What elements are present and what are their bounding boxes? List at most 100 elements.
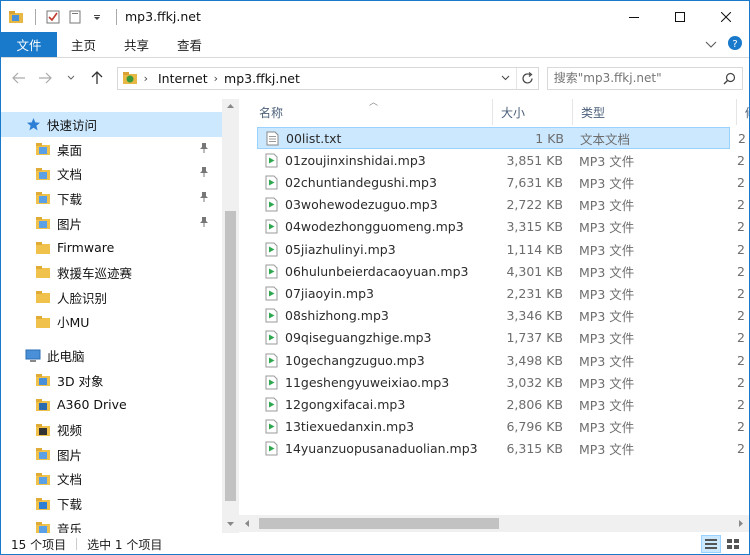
scrollbar-thumb[interactable] xyxy=(225,211,236,501)
tab-file[interactable]: 文件 xyxy=(1,32,57,57)
new-folder-icon[interactable] xyxy=(66,8,84,26)
table-row[interactable]: 05jiazhulinyi.mp3 1,114 KB MP3 文件 2 xyxy=(257,238,745,260)
folder-app-icon[interactable] xyxy=(7,8,25,26)
pin-icon[interactable] xyxy=(199,191,209,206)
ribbon-right: ? xyxy=(705,32,749,57)
horizontal-scrollbar[interactable] xyxy=(239,515,749,532)
sidebar-item-quick-5[interactable]: 救援车巡迹赛 xyxy=(1,260,239,285)
table-row[interactable]: 06hulunbeierdacaoyuan.mp3 4,301 KB MP3 文件 2 xyxy=(257,260,745,282)
scrollbar-thumb[interactable] xyxy=(259,518,499,529)
sidebar-item-quick-2[interactable]: 下载 xyxy=(1,186,239,211)
file-name: 07jiaoyin.mp3 xyxy=(285,285,374,301)
table-row[interactable]: 07jiaoyin.mp3 2,231 KB MP3 文件 2 xyxy=(257,282,745,304)
mp3-file-icon xyxy=(263,330,279,346)
sidebar-item-label: 小MU xyxy=(57,315,90,331)
sidebar-item-quick-4[interactable]: Firmware xyxy=(1,235,239,260)
sidebar-item-quick-0[interactable]: 桌面 xyxy=(1,137,239,162)
help-icon[interactable]: ? xyxy=(727,35,743,54)
file-name-cell: 08shizhong.mp3 xyxy=(263,308,389,324)
file-modified: 2 xyxy=(737,330,745,346)
sidebar-item-quick-7[interactable]: 小MU xyxy=(1,310,239,335)
minimize-button[interactable] xyxy=(611,1,657,32)
sidebar-item-pc-6[interactable]: 音乐 xyxy=(1,516,239,533)
file-name: 09qiseguangzhige.mp3 xyxy=(285,330,432,346)
sidebar-item-quick-6[interactable]: 人脸识别 xyxy=(1,285,239,310)
table-row[interactable]: 10gechangzuguo.mp3 3,498 KB MP3 文件 2 xyxy=(257,349,745,371)
tab-share[interactable]: 共享 xyxy=(110,32,163,57)
file-type: 文本文档 xyxy=(580,131,631,147)
file-name-cell: 14yuanzuopusanaduolian.mp3 xyxy=(263,441,478,457)
sidebar-item-pc-2[interactable]: 视频 xyxy=(1,417,239,442)
file-name-cell: 11geshengyuweixiao.mp3 xyxy=(263,374,449,390)
column-modified[interactable]: 修 xyxy=(737,99,749,125)
mp3-file-icon xyxy=(263,263,279,279)
table-row[interactable]: 14yuanzuopusanaduolian.mp3 6,315 KB MP3 文件… xyxy=(257,438,745,460)
file-size: 3,032 KB xyxy=(506,374,563,390)
tab-view[interactable]: 查看 xyxy=(163,32,216,57)
file-size: 2,806 KB xyxy=(506,396,563,412)
breadcrumb-site[interactable]: mp3.ffkj.net xyxy=(224,71,300,86)
recent-locations-button[interactable] xyxy=(59,66,83,90)
sidebar-item-quick-access[interactable]: 快速访问 xyxy=(1,112,239,137)
pin-icon[interactable] xyxy=(199,142,209,157)
sidebar-item-pc-4[interactable]: 文档 xyxy=(1,467,239,492)
sidebar-item-pc-3[interactable]: 图片 xyxy=(1,442,239,467)
search-box[interactable] xyxy=(546,66,743,90)
file-modified: 2 xyxy=(737,352,745,368)
address-history-dropdown[interactable] xyxy=(498,68,514,89)
large-icons-view-button[interactable] xyxy=(723,535,743,553)
table-row[interactable]: 02chuntiandegushi.mp3 7,631 KB MP3 文件 2 xyxy=(257,171,745,193)
file-type: MP3 文件 xyxy=(579,175,635,191)
table-row[interactable]: 01zoujinxinshidai.mp3 3,851 KB MP3 文件 2 xyxy=(257,149,745,171)
sidebar-item-label: Firmware xyxy=(57,240,115,256)
pin-icon[interactable] xyxy=(199,166,209,181)
sidebar-item-pc-0[interactable]: 3D 对象 xyxy=(1,368,239,393)
up-button[interactable] xyxy=(85,66,109,90)
file-name-cell: 13tiexuedanxin.mp3 xyxy=(263,419,414,435)
folder-icon xyxy=(35,314,51,330)
file-size: 6,315 KB xyxy=(506,441,563,457)
tab-home[interactable]: 主页 xyxy=(57,32,110,57)
ribbon-tabs: 文件 主页 共享 查看 ? xyxy=(1,32,749,58)
sidebar-item-pc-1[interactable]: A360 Drive xyxy=(1,393,239,418)
address-bar[interactable]: › Internet › mp3.ffkj.net xyxy=(116,66,539,90)
sidebar-item-quick-3[interactable]: 图片 xyxy=(1,211,239,236)
folder-icon xyxy=(35,240,51,256)
search-icon[interactable] xyxy=(723,72,736,88)
sidebar-item-this-pc[interactable]: 此电脑 xyxy=(1,343,239,368)
table-row[interactable]: 00list.txt 1 KB 文本文档 2 xyxy=(257,127,746,150)
maximize-button[interactable] xyxy=(657,1,703,32)
details-view-button[interactable] xyxy=(701,535,721,553)
column-name[interactable]: 名称 xyxy=(251,99,493,125)
file-modified: 2 xyxy=(737,396,745,412)
sidebar-item-label: 文档 xyxy=(57,167,83,183)
close-button[interactable] xyxy=(703,1,749,32)
file-name: 05jiazhulinyi.mp3 xyxy=(285,241,396,257)
downloads-folder-icon xyxy=(35,190,51,206)
table-row[interactable]: 04wodezhongguomeng.mp3 3,315 KB MP3 文件 2 xyxy=(257,216,745,238)
column-size[interactable]: 大小 xyxy=(493,99,573,125)
refresh-button[interactable] xyxy=(515,67,538,89)
table-row[interactable]: 09qiseguangzhige.mp3 1,737 KB MP3 文件 2 xyxy=(257,327,745,349)
back-button[interactable] xyxy=(7,66,31,90)
breadcrumb-internet[interactable]: Internet xyxy=(158,71,208,86)
pin-icon[interactable] xyxy=(199,216,209,231)
customize-toolbar-icon[interactable] xyxy=(88,8,106,26)
search-input[interactable] xyxy=(553,71,719,85)
properties-icon[interactable] xyxy=(44,8,62,26)
main-area: 快速访问 桌面 文档 下载 图片 Firmware 救援车巡迹赛 人脸识别 小MU 此电脑 3… xyxy=(1,99,749,533)
table-row[interactable]: 08shizhong.mp3 3,346 KB MP3 文件 2 xyxy=(257,305,745,327)
sidebar-item-pc-5[interactable]: 下载 xyxy=(1,491,239,516)
toolbar-divider xyxy=(116,8,117,25)
expand-ribbon-icon[interactable] xyxy=(705,38,717,52)
column-type[interactable]: 类型 xyxy=(573,99,737,125)
navigation-scrollbar[interactable] xyxy=(222,99,239,533)
file-modified: 2 xyxy=(737,219,745,235)
table-row[interactable]: 11geshengyuweixiao.mp3 3,032 KB MP3 文件 2 xyxy=(257,371,745,393)
table-row[interactable]: 12gongxifacai.mp3 2,806 KB MP3 文件 2 xyxy=(257,393,745,415)
sidebar-item-label: 图片 xyxy=(57,216,83,232)
sidebar-item-quick-1[interactable]: 文档 xyxy=(1,161,239,186)
forward-button[interactable] xyxy=(33,66,57,90)
table-row[interactable]: 13tiexuedanxin.mp3 6,796 KB MP3 文件 2 xyxy=(257,416,745,438)
table-row[interactable]: 03wohewodezuguo.mp3 2,722 KB MP3 文件 2 xyxy=(257,194,745,216)
